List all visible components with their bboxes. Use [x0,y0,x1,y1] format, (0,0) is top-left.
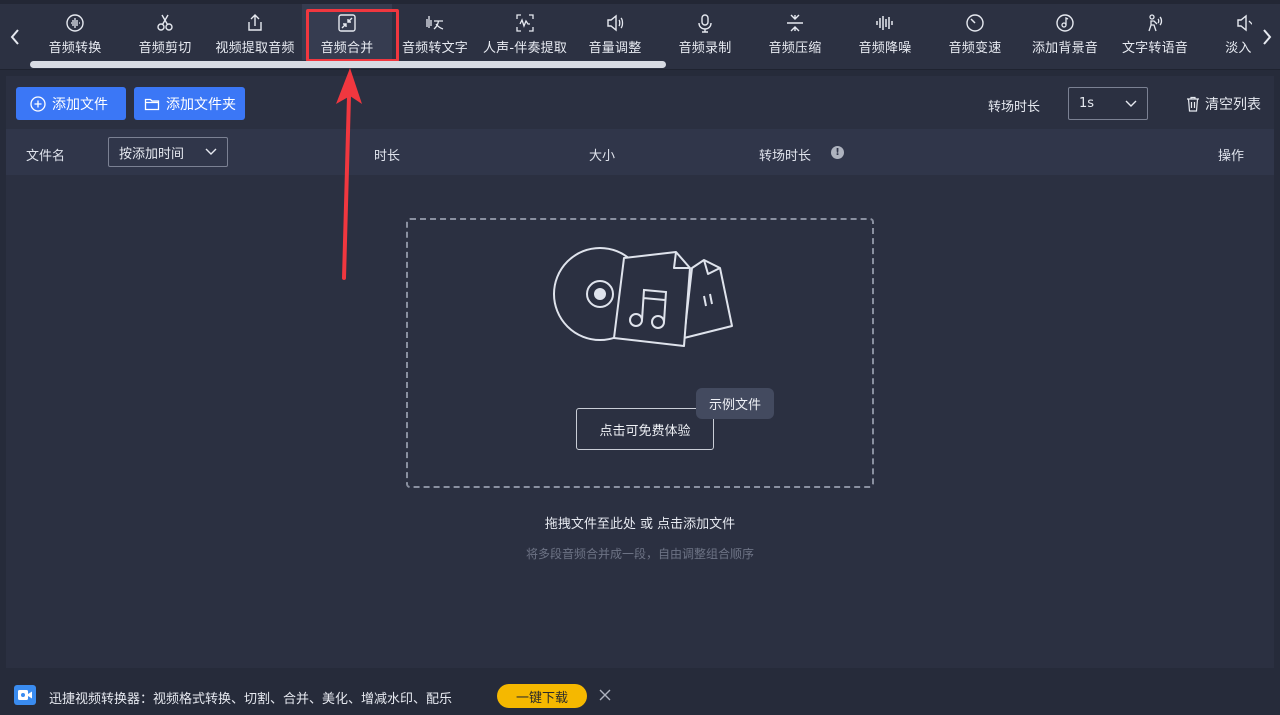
transition-label: 转场时长 [988,100,1041,115]
tool-label: 音频转换 [48,41,102,56]
tool-audio-cut[interactable]: 音频剪切 [120,4,210,60]
col-duration: 时长 [374,149,401,164]
text-to-speech-icon [1144,12,1166,34]
sort-select[interactable]: 按添加时间 [108,137,228,167]
sort-value: 按添加时间 [119,146,185,162]
promo-bar: 迅捷视频转换器：视频格式转换、切割、合并、美化、增减水印、配乐 一键下载 [0,674,1280,715]
speaker-icon [604,12,626,34]
tool-audio-merge[interactable]: 音频合并 [302,4,392,60]
add-file-button[interactable]: 添加文件 [16,87,126,120]
upload-icon [244,12,266,34]
folder-icon [144,98,160,110]
audio-files-illustration-icon [553,247,733,347]
chevron-down-icon [1125,100,1137,107]
tool-label: 淡入淡 [1225,41,1252,56]
chevron-right-icon [1263,29,1272,45]
info-icon[interactable]: ! [831,146,844,159]
tool-add-background-music[interactable]: 添加背景音 [1020,4,1110,60]
merge-panel: 添加文件 添加文件夹 转场时长 1s 清空列表 文件名 按添加时间 时长 大小 … [6,76,1274,668]
close-icon[interactable] [598,688,612,702]
clear-list-button[interactable]: 清空列表 [1186,94,1261,114]
music-note-icon [1054,12,1076,34]
toolbar-scrollbar[interactable] [30,61,666,68]
tool-label: 人声-伴奏提取 [482,41,568,56]
free-trial-button[interactable]: 点击可免费体验 [576,408,714,450]
toolbar: 音频转换 音频剪切 视频提取音频 音频合并 音频转文字 人声-伴奏提取 音量调整… [0,0,1280,70]
add-file-label: 添加文件 [52,96,108,113]
download-button[interactable]: 一键下载 [497,684,587,708]
tool-audio-compress[interactable]: 音频压缩 [750,4,840,60]
tool-audio-convert[interactable]: 音频转换 [30,4,120,60]
tool-fade[interactable]: 淡入淡 [1200,4,1252,60]
app-logo [14,685,36,705]
trash-icon [1187,96,1199,112]
video-converter-logo-icon [18,690,32,700]
tool-label: 音频转文字 [401,41,468,56]
merge-description: 将多段音频合并成一段，自由调整组合顺序 [525,547,754,561]
tool-audio-to-text[interactable]: 音频转文字 [390,4,480,60]
scroll-right-button[interactable] [1257,24,1277,50]
tool-vocal-extract[interactable]: 人声-伴奏提取 [480,4,570,60]
add-folder-button[interactable]: 添加文件夹 [134,87,245,120]
col-actions: 操作 [1218,149,1245,164]
tool-audio-record[interactable]: 音频录制 [660,4,750,60]
microphone-icon [694,12,716,34]
tool-label: 添加背景音 [1031,41,1098,56]
tool-volume-adjust[interactable]: 音量调整 [570,4,660,60]
speed-dial-icon [964,12,986,34]
tool-label: 音频剪切 [138,41,192,56]
clear-list-label: 清空列表 [1205,97,1261,113]
plus-circle-icon [30,95,46,112]
compress-icon [784,12,806,34]
col-size: 大小 [589,149,616,164]
col-transition: 转场时长 [759,149,812,164]
tool-label: 音频压缩 [768,41,822,56]
chevron-down-icon [205,148,217,155]
tool-label: 音量调整 [588,41,642,56]
merge-icon [336,12,358,34]
col-filename: 文件名 [26,149,66,164]
tool-label: 音频录制 [678,41,732,56]
fade-icon [1234,12,1252,34]
tool-label: 音频降噪 [858,41,912,56]
file-table-header: 文件名 按添加时间 时长 大小 转场时长 ! 操作 [6,129,1274,175]
drop-hint: 拖拽文件至此处 或 点击添加文件 [544,517,736,532]
tool-label: 音频变速 [948,41,1002,56]
tool-label: 文字转语音 [1121,41,1188,56]
tool-noise-reduction[interactable]: 音频降噪 [840,4,930,60]
sample-file-tag: 示例文件 [696,388,774,419]
speech-to-text-icon [424,12,446,34]
chevron-left-icon [10,29,19,45]
noise-reduction-icon [874,12,896,34]
scroll-left-button[interactable] [5,24,25,50]
tool-label: 视频提取音频 [215,41,295,56]
tool-label: 音频合并 [320,41,374,56]
tool-strip: 音频转换 音频剪切 视频提取音频 音频合并 音频转文字 人声-伴奏提取 音量调整… [30,4,1252,60]
drop-zone[interactable]: 点击可免费体验 示例文件 [406,218,874,488]
transition-select[interactable]: 1s [1068,87,1148,120]
tool-audio-speed[interactable]: 音频变速 [930,4,1020,60]
vocal-extract-icon [514,12,536,34]
audio-wave-icon [64,12,86,34]
scissors-icon [154,12,176,34]
tool-video-extract-audio[interactable]: 视频提取音频 [210,4,300,60]
transition-value: 1s [1079,96,1095,111]
promo-text: 迅捷视频转换器：视频格式转换、切割、合并、美化、增减水印、配乐 [49,692,453,707]
add-folder-label: 添加文件夹 [166,96,236,113]
tool-text-to-speech[interactable]: 文字转语音 [1110,4,1200,60]
